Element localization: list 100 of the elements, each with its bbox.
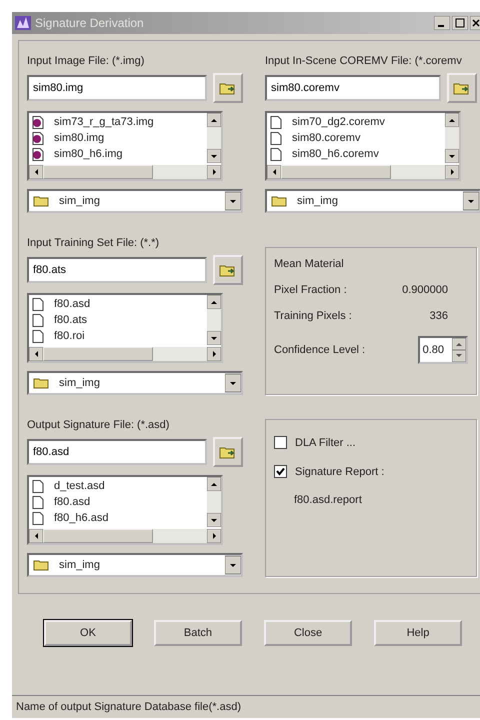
field-value: 0.900000 [402,284,448,296]
field-label: Pixel Fraction : [274,284,347,296]
browse-button[interactable] [213,73,243,103]
dropdown-button[interactable] [225,191,241,211]
folder-dropdown[interactable]: sim_img [27,371,243,395]
dialog-button[interactable]: OK [44,620,132,646]
confidence-spinbox[interactable]: 0.80 [418,336,468,364]
file-name: sim80.img [54,132,104,144]
file-list-item[interactable]: f80.roi [32,328,203,344]
file-list-item[interactable]: f80_h6.asd [32,510,203,526]
file-name: sim70_dg2.coremv [292,116,385,128]
folder-name: sim_img [59,195,101,207]
browse-button[interactable] [213,255,243,285]
dropdown-button[interactable] [225,373,241,393]
field-value: 336 [430,310,448,322]
field-label: Training Pixels : [274,310,352,322]
folder-name: sim_img [297,195,339,207]
field-label: Input Image File: (*.img) [27,55,146,67]
file-name: f80.asd [54,298,90,310]
scroll-up-button[interactable] [207,295,221,309]
folder-icon [33,377,49,389]
file-name: f80.roi [54,330,85,342]
browse-button[interactable] [213,437,243,467]
folder-dropdown[interactable]: sim_img [265,189,480,213]
horizontal-scrollbar[interactable] [29,165,221,179]
horizontal-scrollbar[interactable] [267,165,459,179]
vertical-scrollbar[interactable] [207,477,221,527]
scroll-down-button[interactable] [207,331,221,345]
field-label: Input Training Set File: (*.*) [27,237,160,249]
browse-button[interactable] [447,73,477,103]
folder-dropdown[interactable]: sim_img [27,553,243,577]
option-checkbox[interactable]: DLA Filter ... [274,436,468,449]
file-list-item[interactable]: sim80.img [32,130,203,146]
file-list-item[interactable]: sim70_dg2.coremv [270,114,441,130]
vertical-scrollbar[interactable] [207,295,221,345]
file-list-item[interactable]: sim73_r_g_ta73.img [32,114,203,130]
dropdown-button[interactable] [463,191,479,211]
folder-dropdown[interactable]: sim_img [27,189,243,213]
file-name: f80.ats [54,314,88,326]
close-button[interactable] [470,16,480,30]
minimize-button[interactable] [434,16,450,30]
scroll-right-button[interactable] [207,165,221,179]
file-name-field[interactable]: sim80.img [27,75,207,101]
scroll-right-button[interactable] [207,347,221,361]
vertical-scrollbar[interactable] [445,113,459,163]
app-icon [15,16,31,30]
field-label: Input In-Scene COREMV File: (*.coremv [265,55,463,67]
scroll-down-button[interactable] [207,149,221,163]
scroll-up-button[interactable] [445,113,459,127]
file-list-item[interactable]: f80.asd [32,296,203,312]
folder-arrow-icon [219,81,237,95]
file-list-item[interactable]: sim80.coremv [270,130,441,146]
scroll-left-button[interactable] [267,165,281,179]
dialog-button[interactable]: Close [264,620,352,646]
scroll-left-button[interactable] [29,347,43,361]
file-name: f80_h6.asd [54,512,108,524]
file-list-item[interactable]: f80.ats [32,312,203,328]
maximize-button[interactable] [452,16,468,30]
vertical-scrollbar[interactable] [207,113,221,163]
file-name: f80.asd [54,496,90,508]
folder-icon [271,195,287,207]
option-checkbox[interactable]: Signature Report : [274,465,468,478]
file-list-item[interactable]: sim80_h6.coremv [270,146,441,162]
file-name: d_test.asd [54,480,105,492]
folder-icon [33,559,49,571]
file-list-item[interactable]: d_test.asd [32,478,203,494]
scroll-down-button[interactable] [207,513,221,527]
scroll-left-button[interactable] [29,165,43,179]
field-label: Output Signature File: (*.asd) [27,419,170,431]
scroll-right-button[interactable] [207,529,221,543]
dialog-button[interactable]: Help [374,620,462,646]
folder-name: sim_img [59,559,101,571]
file-name-field[interactable]: f80.asd [27,439,207,465]
file-list-item[interactable]: sim80_h6.img [32,146,203,162]
file-name-field[interactable]: sim80.coremv [265,75,441,101]
dropdown-button[interactable] [225,555,241,575]
dialog-button[interactable]: Batch [154,620,242,646]
folder-arrow-icon [219,445,237,459]
horizontal-scrollbar[interactable] [29,347,221,361]
file-name: sim80_h6.coremv [292,148,379,160]
folder-arrow-icon [453,81,471,95]
scroll-up-button[interactable] [207,477,221,491]
status-text: Name of output Signature Database file(*.asd) [16,701,242,713]
file-name: sim80_h6.img [54,148,122,160]
folder-name: sim_img [59,377,101,389]
file-list-item[interactable]: f80.asd [32,494,203,510]
group-title: Mean Material [274,258,345,270]
horizontal-scrollbar[interactable] [29,529,221,543]
scroll-right-button[interactable] [445,165,459,179]
window-title: Signature Derivation [35,16,145,30]
report-file-name: f80.asd.report [293,494,363,506]
file-name: sim73_r_g_ta73.img [54,116,154,128]
file-name-field[interactable]: f80.ats [27,257,207,283]
folder-arrow-icon [219,263,237,277]
file-name: sim80.coremv [292,132,360,144]
spin-arrows-icon[interactable] [452,338,466,362]
scroll-left-button[interactable] [29,529,43,543]
scroll-up-button[interactable] [207,113,221,127]
folder-icon [33,195,49,207]
scroll-down-button[interactable] [445,149,459,163]
